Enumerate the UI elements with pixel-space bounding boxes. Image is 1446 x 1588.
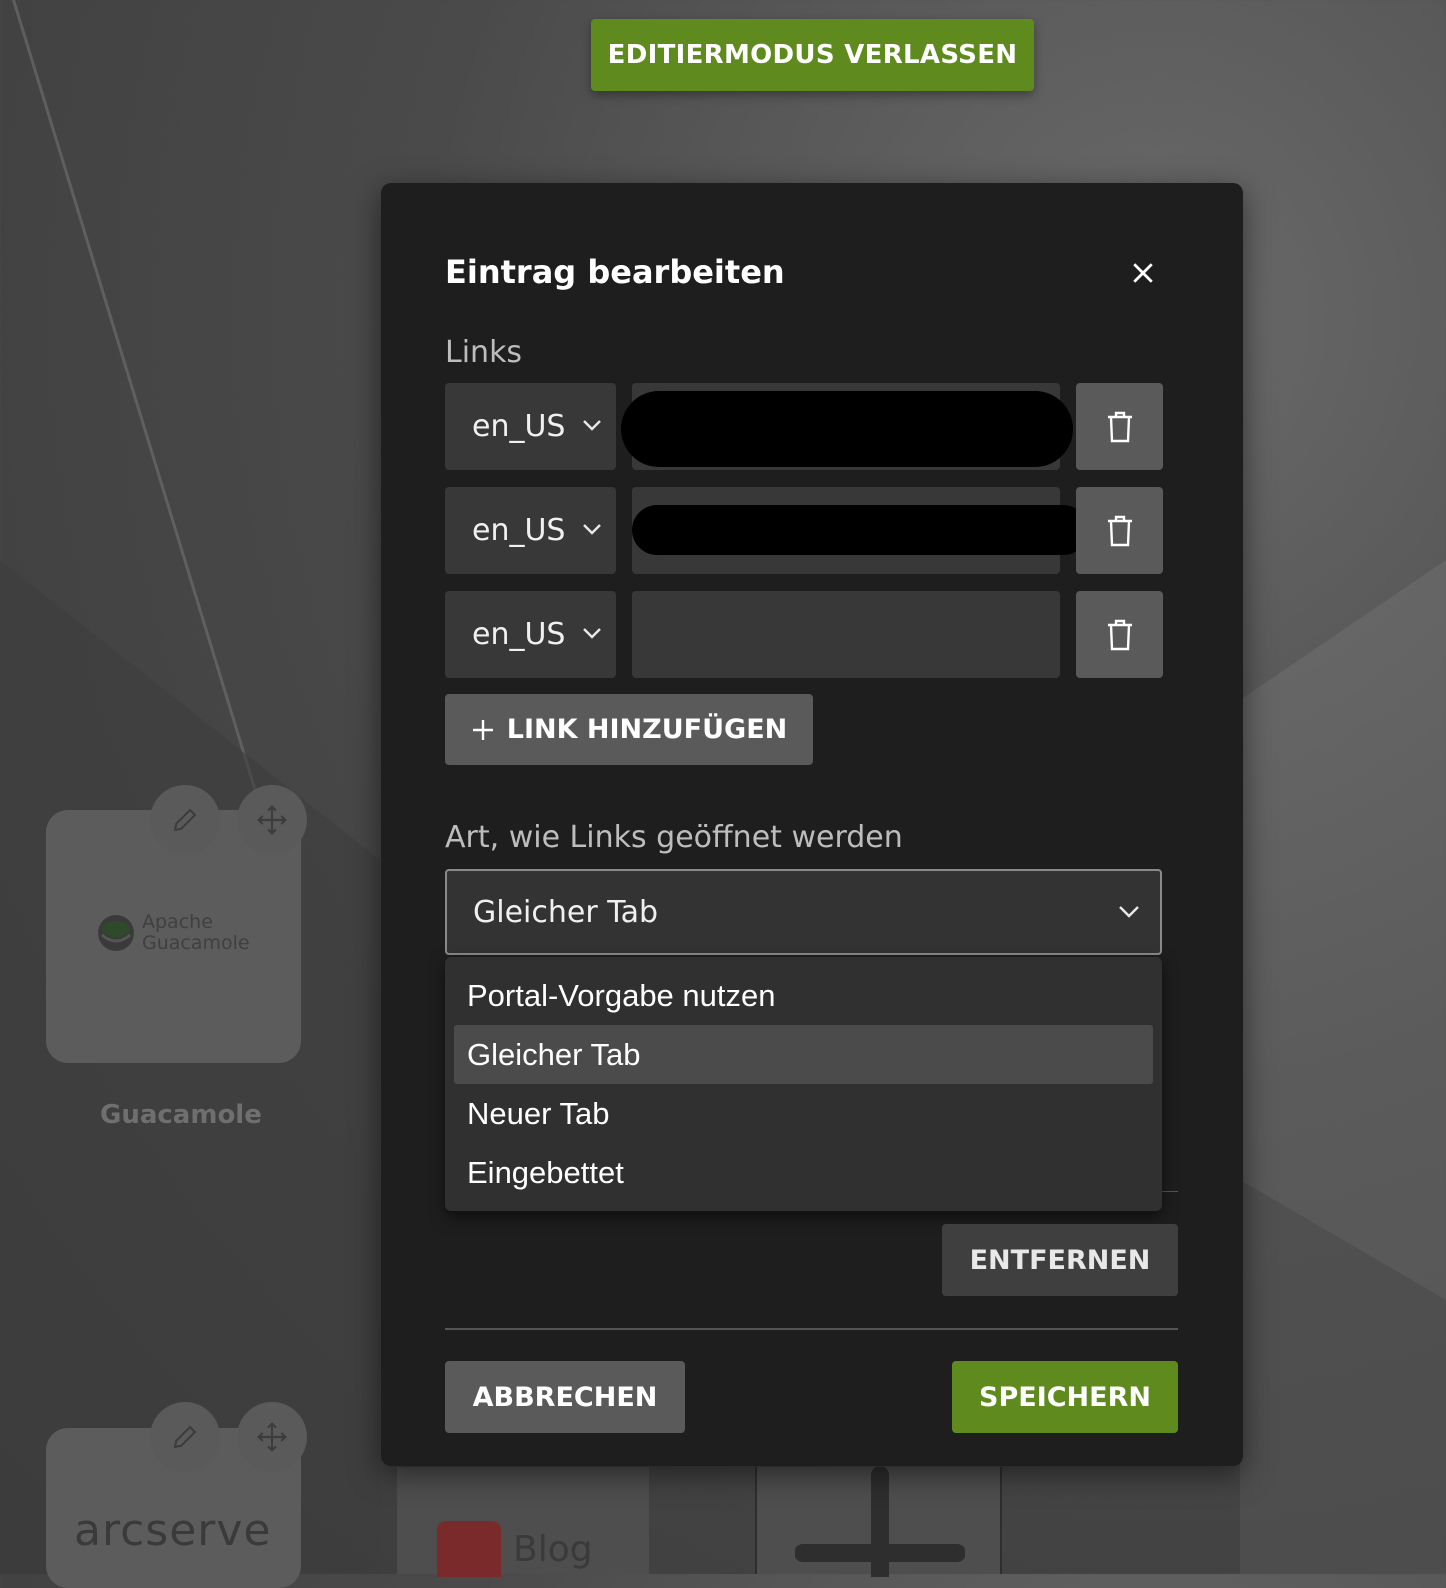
open-mode-label: Art, wie Links geöffnet werden <box>445 820 903 855</box>
link-url-input-3[interactable] <box>632 591 1060 678</box>
option-embedded[interactable]: Eingebettet <box>454 1143 1153 1202</box>
guacamole-logo-icon <box>98 915 134 951</box>
link-language-select-2[interactable]: en_US <box>445 487 616 574</box>
dialog-title: Eintrag bearbeiten <box>445 253 785 291</box>
close-icon[interactable] <box>1128 258 1158 288</box>
option-same-tab[interactable]: Gleicher Tab <box>454 1025 1153 1084</box>
add-tile-button[interactable] <box>755 1467 1002 1577</box>
divider <box>445 1328 1178 1330</box>
guacamole-logo: Apache Guacamole <box>96 912 250 954</box>
add-link-button[interactable]: LINK HINZUFÜGEN <box>445 694 813 765</box>
move-tile-button[interactable] <box>237 785 307 855</box>
redacted-area <box>621 391 1073 467</box>
delete-link-button-1[interactable] <box>1076 383 1163 470</box>
guacamole-logo-line1: Apache <box>142 911 213 933</box>
open-mode-select[interactable]: Gleicher Tab <box>445 869 1162 955</box>
link-language-value: en_US <box>472 513 566 548</box>
move-tile-button-2[interactable] <box>237 1402 307 1472</box>
blog-tile[interactable]: Blog <box>397 1467 649 1577</box>
remove-button[interactable]: ENTFERNEN <box>942 1224 1178 1296</box>
blog-logo-text: Blog <box>513 1529 593 1570</box>
links-label: Links <box>445 335 523 370</box>
option-new-tab[interactable]: Neuer Tab <box>454 1084 1153 1143</box>
trash-icon <box>1107 411 1132 442</box>
link-language-select-3[interactable]: en_US <box>445 591 616 678</box>
plus-icon <box>472 719 493 740</box>
arcserve-logo: arcserve <box>74 1505 272 1556</box>
link-language-value: en_US <box>472 409 566 444</box>
blog-logo-icon <box>437 1521 501 1577</box>
move-icon <box>257 805 287 835</box>
plus-icon <box>795 1467 965 1577</box>
pencil-icon <box>173 808 197 832</box>
edit-tile-button[interactable] <box>150 785 220 855</box>
edit-tile-button-2[interactable] <box>150 1402 220 1472</box>
guacamole-logo-line2: Guacamole <box>142 932 250 954</box>
exit-edit-mode-button[interactable]: EDITIERMODUS VERLASSEN <box>591 19 1034 91</box>
delete-link-button-2[interactable] <box>1076 487 1163 574</box>
guacamole-tile-label: Guacamole <box>100 1100 262 1130</box>
chevron-down-icon <box>583 420 601 431</box>
redacted-area <box>632 505 1088 555</box>
move-icon <box>257 1422 287 1452</box>
open-mode-dropdown: Portal-Vorgabe nutzen Gleicher Tab Neuer… <box>445 957 1162 1211</box>
chevron-down-icon <box>583 628 601 639</box>
edit-entry-dialog: Eintrag bearbeiten Links en_US en_US en_… <box>381 183 1243 1466</box>
option-portal-default[interactable]: Portal-Vorgabe nutzen <box>454 966 1153 1025</box>
delete-link-button-3[interactable] <box>1076 591 1163 678</box>
pencil-icon <box>173 1425 197 1449</box>
open-mode-selected-value: Gleicher Tab <box>473 894 658 930</box>
trash-icon <box>1107 515 1132 546</box>
chevron-down-icon <box>583 524 601 535</box>
add-link-label: LINK HINZUFÜGEN <box>506 714 788 745</box>
chevron-down-icon <box>1119 906 1139 918</box>
link-language-select-1[interactable]: en_US <box>445 383 616 470</box>
save-button[interactable]: SPEICHERN <box>952 1361 1178 1433</box>
link-language-value: en_US <box>472 617 566 652</box>
trash-icon <box>1107 619 1132 650</box>
cancel-button[interactable]: ABBRECHEN <box>445 1361 685 1433</box>
